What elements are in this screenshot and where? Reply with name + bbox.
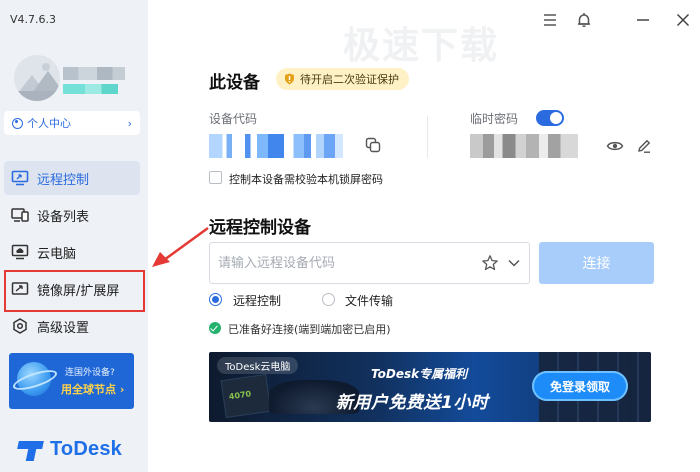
watermark-text: 极速下载 xyxy=(343,24,499,67)
device-code-label: 设备代码 xyxy=(209,112,258,126)
logo-text: ToDesk xyxy=(50,438,122,460)
gear-icon xyxy=(11,318,29,334)
cloud-pc-icon xyxy=(11,244,29,260)
devices-icon xyxy=(11,207,29,223)
sidebar-item-label: 设备列表 xyxy=(37,209,90,225)
radio-file-transfer[interactable] xyxy=(322,293,335,306)
close-icon[interactable] xyxy=(673,10,693,30)
lock-screen-checkbox-label: 控制本设备需校验本机锁屏密码 xyxy=(229,173,383,186)
banner-tag: ToDesk云电脑 xyxy=(217,357,299,374)
copy-icon[interactable] xyxy=(365,137,381,153)
username-blurred xyxy=(63,67,125,80)
gpu-card-image: 4070 xyxy=(220,373,272,419)
edit-icon[interactable] xyxy=(636,138,652,154)
eye-icon[interactable] xyxy=(606,138,624,154)
radio-file-transfer-label: 文件传输 xyxy=(345,294,394,308)
temp-password-toggle[interactable] xyxy=(536,110,564,126)
banner-subline: 新用户免费送1小时 xyxy=(336,393,489,413)
annotation-arrow xyxy=(152,226,209,267)
security-badge-label: 待开启二次验证保护 xyxy=(300,73,399,86)
todesk-logo: ToDesk xyxy=(17,438,122,461)
banner-headline: ToDesk专属福利 xyxy=(371,367,468,381)
app-version: V4.7.6.3 xyxy=(10,13,57,26)
promo-banner[interactable]: 4070 ToDesk云电脑 ToDesk专属福利 新用户免费送1小时 免登录领… xyxy=(209,352,651,422)
minimize-icon[interactable] xyxy=(633,10,653,30)
user-center-label: 个人中心 xyxy=(27,117,71,130)
sidebar-item-label: 高级设置 xyxy=(37,320,90,336)
todesk-logo-mark xyxy=(17,439,44,461)
annotation-highlight-box xyxy=(4,270,145,312)
user-id-blurred xyxy=(63,84,118,94)
menu-icon[interactable] xyxy=(540,10,560,30)
connect-button[interactable]: 连接 xyxy=(539,242,654,284)
security-badge[interactable]: 待开启二次验证保护 xyxy=(276,68,409,90)
device-code-value-blurred xyxy=(209,134,343,158)
check-circle-icon xyxy=(209,322,221,334)
chevron-right-icon: › xyxy=(127,116,132,130)
shield-icon xyxy=(285,73,294,85)
remote-control-title: 远程控制设备 xyxy=(209,218,311,238)
sidebar-item-cloud-pc[interactable]: 云电脑 xyxy=(4,235,140,269)
monitor-icon xyxy=(11,170,29,186)
connection-status: 已准备好连接(端到端加密已启用) xyxy=(228,323,391,336)
global-node-promo[interactable]: 连国外设备? 用全球节点 › xyxy=(9,353,134,409)
sidebar-item-label: 云电脑 xyxy=(37,246,77,262)
user-center-button[interactable]: 个人中心 › xyxy=(4,111,140,135)
sidebar-item-advanced-settings[interactable]: 高级设置 xyxy=(4,309,140,343)
user-icon xyxy=(12,117,23,129)
sidebar: V4.7.6.3 个人中心 › 远程控制 设备列表 云电脑 镜像屏/扩展屏 高级… xyxy=(0,0,148,472)
promo-line1: 连国外设备? xyxy=(65,368,115,378)
avatar[interactable] xyxy=(14,55,60,101)
sidebar-item-label: 远程控制 xyxy=(37,172,90,188)
sidebar-item-device-list[interactable]: 设备列表 xyxy=(4,198,140,232)
star-icon[interactable] xyxy=(481,254,499,272)
chevron-down-icon[interactable] xyxy=(507,256,521,270)
radio-remote-control-label: 远程控制 xyxy=(233,294,282,308)
sidebar-item-remote-control[interactable]: 远程控制 xyxy=(4,161,140,195)
radio-remote-control[interactable] xyxy=(209,293,222,306)
promo-line2: 用全球节点 › xyxy=(61,383,125,396)
bell-icon[interactable] xyxy=(574,10,594,30)
lock-screen-checkbox[interactable] xyxy=(209,171,222,184)
divider xyxy=(427,116,428,158)
temp-password-label: 临时密码 xyxy=(470,112,519,126)
banner-cta-button[interactable]: 免登录领取 xyxy=(532,371,628,401)
temp-password-value-blurred xyxy=(470,134,578,158)
this-device-title: 此设备 xyxy=(209,73,260,93)
